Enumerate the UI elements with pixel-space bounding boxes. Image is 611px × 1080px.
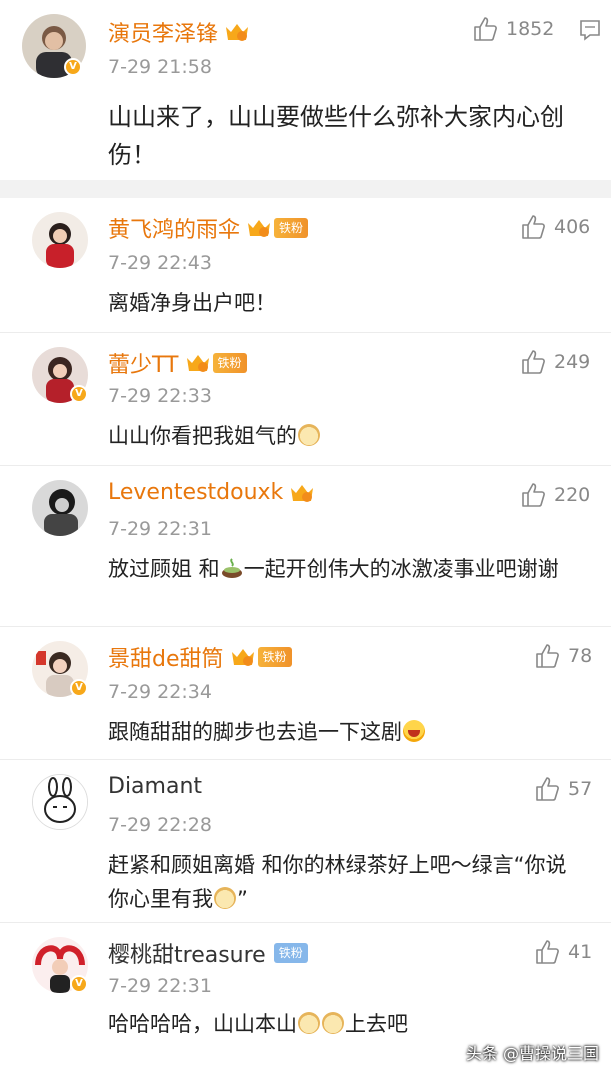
comment-item: V 蕾少TT 铁粉 7-29 22:33 249 山山你看把我姐气的: [0, 333, 611, 466]
thumbs-up-icon: [536, 644, 559, 668]
vip-crown-icon: [289, 482, 315, 504]
verified-badge-icon: V: [70, 975, 88, 993]
thumbs-up-icon: [522, 350, 545, 374]
doge-emoji-icon: [322, 1012, 344, 1034]
vip-crown-icon: [230, 646, 256, 668]
verified-badge-icon: V: [70, 679, 88, 697]
comment-item: 黄飞鸿的雨伞 铁粉 7-29 22:43 406 离婚净身出户吧！: [0, 198, 611, 333]
comment-like-count: 406: [554, 216, 591, 238]
vip-crown-icon: [224, 21, 250, 43]
commenter-name[interactable]: Leventestdouxk: [108, 480, 315, 505]
comment-like-button[interactable]: 249: [520, 349, 590, 375]
thumbs-up-icon: [474, 17, 497, 41]
vip-crown-icon: [246, 217, 272, 239]
commenter-name-text: Leventestdouxk: [108, 480, 284, 505]
comment-text-part: 一起开创伟大的冰激凌事业吧谢谢: [243, 557, 559, 581]
comment-like-button[interactable]: 41: [534, 939, 592, 965]
comment-text-part: 放过顾姐 和: [108, 557, 220, 581]
thumbs-up-icon: [522, 215, 545, 239]
commenter-name-text: 黄飞鸿的雨伞: [108, 218, 241, 243]
comment-icon[interactable]: [578, 18, 602, 42]
verified-badge-icon: V: [64, 58, 82, 76]
comment-text: 山山你看把我姐气的: [108, 419, 321, 453]
comment-like-count: 57: [568, 778, 593, 800]
comment-time: 7-29 22:33: [108, 385, 212, 407]
comment-text-part: ”: [237, 887, 248, 911]
comment-text-part: 赶紧和顾姐离婚 和你的林绿茶好上吧～绿言“你说你心里有我: [108, 853, 567, 911]
comment-text-part: 哈哈哈哈，山山本山: [108, 1012, 297, 1036]
comment-item: V 景甜de甜筒 铁粉 7-29 22:34 78 跟随甜甜的脚步也去追一下这剧: [0, 627, 611, 760]
post-like-count: 1852: [506, 18, 555, 40]
comment-like-button[interactable]: 78: [534, 643, 592, 669]
fan-badge: 铁粉: [212, 353, 247, 373]
post-author-name-text: 演员李泽锋: [108, 22, 219, 47]
comment-like-count: 78: [568, 645, 593, 667]
comment-text-part: 跟随甜甜的脚步也去追一下这剧: [108, 720, 402, 744]
comment-text-part: 山山你看把我姐气的: [108, 424, 297, 448]
comment-time: 7-29 22:31: [108, 518, 212, 540]
thumbs-up-icon: [536, 777, 559, 801]
tea-emoji-icon: [220, 555, 244, 578]
commenter-name[interactable]: 景甜de甜筒 铁粉: [108, 641, 292, 673]
laughing-emoji-icon: [403, 720, 425, 742]
commenter-name[interactable]: 黄飞鸿的雨伞 铁粉: [108, 212, 309, 244]
post-like-button[interactable]: 1852: [472, 16, 554, 42]
doge-emoji-icon: [298, 424, 320, 446]
fan-badge: 铁粉: [274, 218, 309, 238]
vip-crown-icon: [185, 352, 211, 374]
original-post: V 演员李泽锋 7-29 21:58 1852 山山来了，山山要做些什么弥补大家…: [0, 0, 611, 180]
commenter-avatar[interactable]: [32, 212, 88, 268]
comment-like-button[interactable]: 220: [520, 482, 590, 508]
commenter-name-text: Diamant: [108, 774, 203, 799]
comment-text: 放过顾姐 和一起开创伟大的冰激凌事业吧谢谢: [108, 552, 588, 586]
comment-like-count: 220: [554, 484, 591, 506]
post-text: 山山来了，山山要做些什么弥补大家内心创伤！: [108, 103, 564, 169]
post-author-name[interactable]: 演员李泽锋: [108, 16, 250, 48]
commenter-name-text: 樱桃甜treasure: [108, 943, 266, 968]
doge-emoji-icon: [298, 1012, 320, 1034]
comment-like-count: 249: [554, 351, 591, 373]
commenter-name[interactable]: 蕾少TT 铁粉: [108, 347, 247, 379]
commenter-name-text: 景甜de甜筒: [108, 647, 224, 672]
comment-time: 7-29 22:31: [108, 975, 212, 997]
comment-time: 7-29 22:43: [108, 252, 212, 274]
comment-time: 7-29 22:28: [108, 814, 212, 836]
post-time: 7-29 21:58: [108, 56, 212, 78]
comment-text: 离婚净身出户吧！: [108, 291, 276, 315]
comment-like-button[interactable]: 57: [534, 776, 592, 802]
commenter-name-text: 蕾少TT: [108, 353, 179, 378]
comment-text-part: 上去吧: [345, 1012, 408, 1036]
thumbs-up-icon: [536, 940, 559, 964]
comment-item: Diamant 7-29 22:28 57 赶紧和顾姐离婚 和你的林绿茶好上吧～…: [0, 760, 611, 923]
comment-item: Leventestdouxk 7-29 22:31 220 放过顾姐 和一起开创…: [0, 466, 611, 627]
commenter-name[interactable]: Diamant: [108, 774, 208, 799]
section-separator: [0, 180, 611, 198]
doge-emoji-icon: [214, 887, 236, 909]
comment-text: 跟随甜甜的脚步也去追一下这剧: [108, 715, 426, 749]
verified-badge-icon: V: [70, 385, 88, 403]
commenter-avatar[interactable]: [32, 480, 88, 536]
fan-badge: 铁粉: [257, 647, 292, 667]
comment-time: 7-29 22:34: [108, 681, 212, 703]
watermark: 头条 @曹操说三国: [465, 1044, 599, 1063]
comment-like-count: 41: [568, 941, 593, 963]
commenter-name[interactable]: 樱桃甜treasure 铁粉: [108, 937, 308, 969]
comment-text: 哈哈哈哈，山山本山 上去吧: [108, 1007, 408, 1041]
fan-badge: 铁粉: [273, 943, 308, 963]
comment-text: 赶紧和顾姐离婚 和你的林绿茶好上吧～绿言“你说你心里有我”: [108, 848, 578, 916]
comment-like-button[interactable]: 406: [520, 214, 590, 240]
commenter-avatar[interactable]: [32, 774, 88, 830]
thumbs-up-icon: [522, 483, 545, 507]
